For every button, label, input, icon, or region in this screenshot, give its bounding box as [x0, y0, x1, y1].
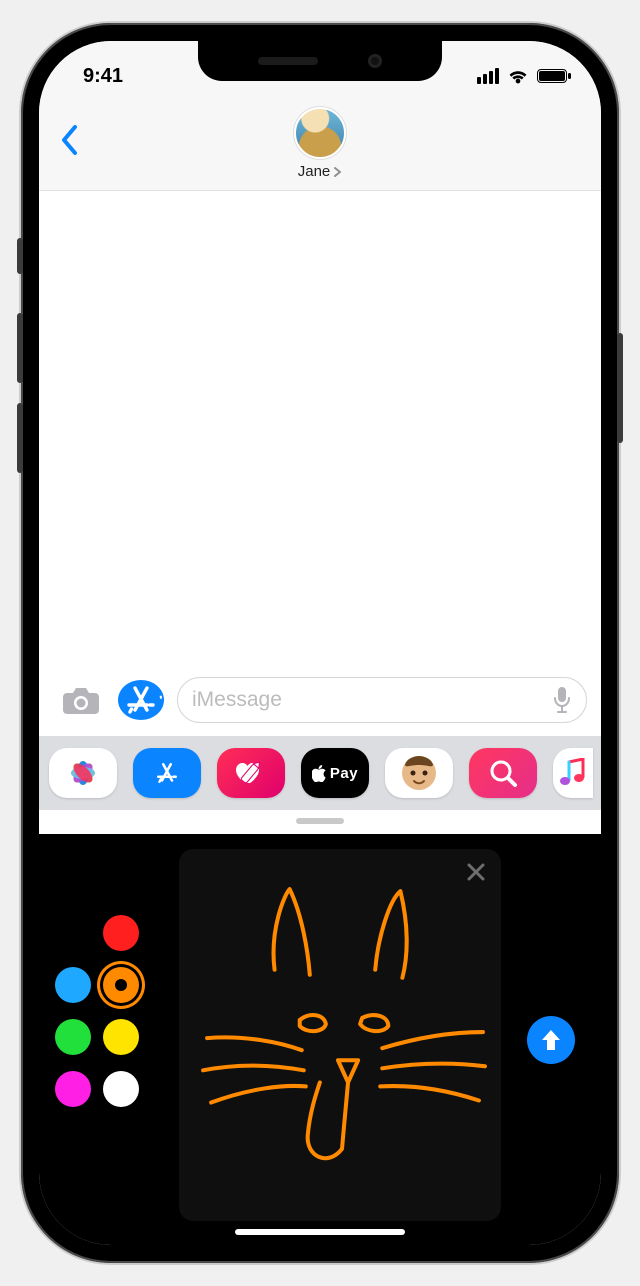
camera-button[interactable] [57, 676, 105, 724]
contact-avatar[interactable] [294, 107, 346, 159]
contact-name: Jane [298, 163, 331, 180]
cellular-signal-icon [477, 68, 499, 84]
contact-details-button[interactable]: Jane [39, 163, 601, 180]
send-button[interactable] [527, 1016, 575, 1064]
apple-pay-label: Pay [330, 765, 358, 782]
side-button [617, 333, 623, 443]
photos-icon [66, 756, 100, 790]
silence-switch [17, 238, 23, 274]
grabber-handle-icon [296, 818, 344, 824]
front-camera [368, 54, 382, 68]
color-palette [55, 915, 143, 1115]
search-icon [488, 758, 518, 788]
app-music[interactable] [553, 748, 593, 798]
app-store-icon [117, 676, 165, 724]
device-notch [198, 41, 442, 81]
drawing-canvas-card [179, 849, 501, 1221]
music-icon [559, 758, 587, 788]
app-apple-pay[interactable]: Pay [301, 748, 369, 798]
volume-up-button [17, 313, 23, 383]
color-swatch-white[interactable] [103, 1071, 139, 1107]
memoji-icon [399, 753, 439, 793]
app-images[interactable] [469, 748, 537, 798]
color-swatch-blue[interactable] [55, 967, 91, 1003]
digital-touch-icon [233, 759, 269, 787]
message-thread[interactable] [39, 191, 601, 666]
wifi-icon [507, 68, 529, 84]
dictation-button[interactable] [552, 686, 572, 714]
app-drawer-button[interactable] [117, 676, 165, 724]
arrow-up-icon [539, 1027, 563, 1053]
chevron-right-icon [332, 166, 342, 178]
home-indicator[interactable] [235, 1229, 405, 1235]
color-swatch-yellow[interactable] [103, 1019, 139, 1055]
app-memoji[interactable] [385, 748, 453, 798]
app-store[interactable] [133, 748, 201, 798]
color-swatch-red[interactable] [103, 915, 139, 951]
battery-icon [537, 69, 567, 83]
digital-touch-panel [39, 835, 601, 1245]
app-drawer-grabber[interactable] [39, 810, 601, 835]
compose-bar: iMessage [39, 666, 601, 736]
color-swatch-orange[interactable] [103, 967, 139, 1003]
earpiece-speaker [258, 57, 318, 65]
volume-down-button [17, 403, 23, 473]
imessage-app-strip[interactable]: Pay [39, 736, 601, 810]
cat-drawing[interactable] [189, 869, 491, 1201]
iphone-device-frame: 9:41 Jane [21, 23, 619, 1263]
status-time: 9:41 [83, 65, 123, 88]
apple-logo-icon [312, 765, 327, 782]
app-store-icon [152, 758, 182, 788]
color-swatch-green[interactable] [55, 1019, 91, 1055]
app-photos[interactable] [49, 748, 117, 798]
message-input-placeholder: iMessage [192, 688, 552, 712]
app-digital-touch[interactable] [217, 748, 285, 798]
color-swatch-magenta[interactable] [55, 1071, 91, 1107]
conversation-header: Jane [39, 97, 601, 191]
message-input[interactable]: iMessage [177, 677, 587, 723]
back-button[interactable] [59, 123, 79, 157]
camera-icon [61, 684, 101, 716]
